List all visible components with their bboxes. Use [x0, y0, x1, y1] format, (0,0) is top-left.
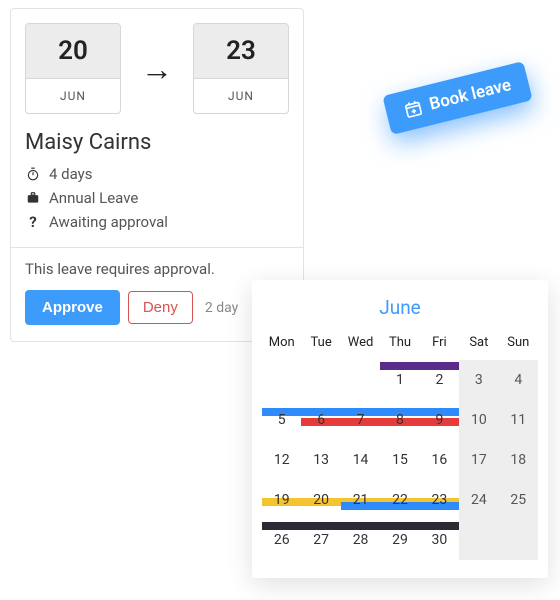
date-range: 20 JUN → 23 JUN [25, 23, 289, 114]
deny-button[interactable]: Deny [128, 291, 193, 324]
calendar-cell-blank [262, 360, 301, 400]
calendar-day[interactable]: 6 [301, 400, 340, 440]
calendar-day[interactable]: 14 [341, 440, 380, 480]
calendar-row: 12131415161718 [262, 440, 538, 480]
calendar-day[interactable]: 23 [420, 480, 459, 520]
calendar-row: 567891011 [262, 400, 538, 440]
calendar-day[interactable]: 19 [262, 480, 301, 520]
weekday-sun: Sun [499, 329, 538, 360]
calendar-cell-blank [459, 520, 498, 560]
calendar-day[interactable]: 5 [262, 400, 301, 440]
calendar-day[interactable]: 26 [262, 520, 301, 560]
calendar-row: 1234 [262, 360, 538, 400]
calendar-day[interactable]: 29 [380, 520, 419, 560]
calendar-day[interactable]: 4 [499, 360, 538, 400]
weekday-tue: Tue [301, 329, 340, 360]
calendar-day[interactable]: 16 [420, 440, 459, 480]
calendar-day[interactable]: 27 [301, 520, 340, 560]
calendar-day[interactable]: 28 [341, 520, 380, 560]
calendar-day[interactable]: 20 [301, 480, 340, 520]
start-date-tile: 20 JUN [25, 23, 121, 114]
trailing-text: 2 day [205, 300, 238, 316]
type-text: Annual Leave [49, 189, 138, 207]
calendar-day[interactable]: 21 [341, 480, 380, 520]
status-text: Awaiting approval [49, 213, 168, 231]
end-day: 23 [194, 24, 288, 78]
calendar-day[interactable]: 12 [262, 440, 301, 480]
action-row: Approve Deny 2 day [25, 290, 289, 325]
calendar-weekday-header: Mon Tue Wed Thu Fri Sat Sun [262, 329, 538, 360]
question-icon: ? [25, 213, 41, 231]
meta-duration: 4 days [25, 165, 289, 183]
calendar-day[interactable]: 2 [420, 360, 459, 400]
weekday-mon: Mon [262, 329, 301, 360]
calendar-day[interactable]: 25 [499, 480, 538, 520]
weekday-fri: Fri [420, 329, 459, 360]
calendar-day[interactable]: 13 [301, 440, 340, 480]
calendar-plus-icon [402, 98, 424, 120]
calendar-row: 19202122232425 [262, 480, 538, 520]
calendar-day[interactable]: 1 [380, 360, 419, 400]
calendar-cell-blank [499, 520, 538, 560]
end-date-tile: 23 JUN [193, 23, 289, 114]
calendar-day[interactable]: 24 [459, 480, 498, 520]
leave-meta-list: 4 days Annual Leave ? Awaiting approval [25, 165, 289, 231]
arrow-right-icon: → [141, 50, 173, 88]
calendar-cell-blank [301, 360, 340, 400]
calendar-body: 1234567891011121314151617181920212223242… [262, 360, 538, 560]
meta-type: Annual Leave [25, 189, 289, 207]
end-month: JUN [194, 78, 288, 113]
duration-text: 4 days [49, 165, 93, 183]
approve-button[interactable]: Approve [25, 290, 120, 325]
meta-status: ? Awaiting approval [25, 213, 289, 231]
calendar-month-title[interactable]: June [262, 296, 538, 319]
book-leave-label: Book leave [427, 75, 513, 115]
calendar-widget: June Mon Tue Wed Thu Fri Sat Sun 1234567… [252, 280, 548, 578]
stopwatch-icon [25, 167, 41, 181]
start-month: JUN [26, 78, 120, 113]
calendar-day[interactable]: 10 [459, 400, 498, 440]
book-leave-button[interactable]: Book leave [382, 61, 533, 135]
calendar-day[interactable]: 8 [380, 400, 419, 440]
calendar-day[interactable]: 15 [380, 440, 419, 480]
calendar-day[interactable]: 17 [459, 440, 498, 480]
weekday-sat: Sat [459, 329, 498, 360]
requester-name: Maisy Cairns [25, 130, 289, 155]
calendar-day[interactable]: 30 [420, 520, 459, 560]
calendar-cell-blank [341, 360, 380, 400]
calendar-day[interactable]: 9 [420, 400, 459, 440]
calendar-day[interactable]: 3 [459, 360, 498, 400]
calendar-day[interactable]: 18 [499, 440, 538, 480]
calendar-day[interactable]: 11 [499, 400, 538, 440]
weekday-wed: Wed [341, 329, 380, 360]
weekday-thu: Thu [380, 329, 419, 360]
calendar-row: 2627282930 [262, 520, 538, 560]
start-day: 20 [26, 24, 120, 78]
calendar-day[interactable]: 22 [380, 480, 419, 520]
approval-note: This leave requires approval. [11, 247, 303, 278]
suitcase-icon [25, 191, 41, 205]
calendar-day[interactable]: 7 [341, 400, 380, 440]
